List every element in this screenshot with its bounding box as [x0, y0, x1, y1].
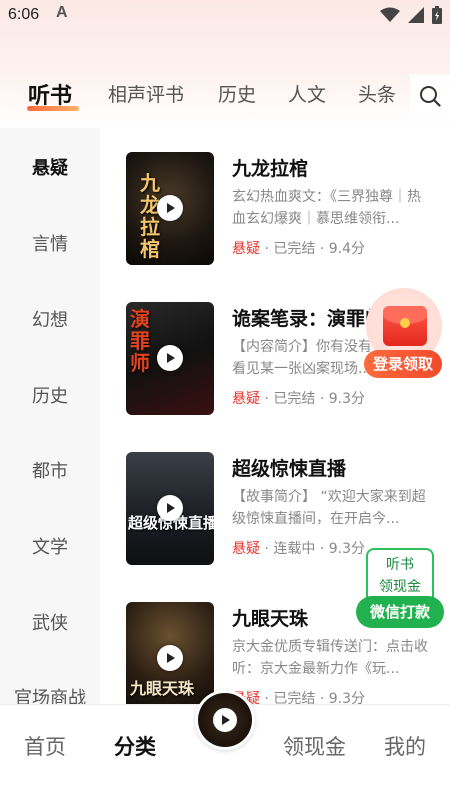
book-genre: 悬疑 [232, 391, 260, 407]
book-title: 九龙拉棺 [232, 158, 309, 180]
tab-headlines[interactable]: 头条 [358, 80, 396, 107]
book-meta: 悬疑 · 已完结 · 9.4分 [232, 238, 365, 258]
nav-home[interactable]: 首页 [24, 731, 66, 761]
sidebar-item-officialdom[interactable]: 官场商战 [0, 684, 100, 704]
sidebar-item-fantasy[interactable]: 幻想 [0, 306, 100, 332]
book-meta: 悬疑 · 已完结 · 9.3分 [232, 388, 365, 408]
book-meta: 悬疑 · 已完结 · 9.3分 [232, 688, 365, 704]
now-playing-cover [198, 693, 252, 747]
meta-separator: · [319, 391, 325, 407]
play-icon [222, 715, 230, 725]
wechat-payout-button[interactable]: 微信打款 [356, 596, 444, 628]
meta-separator: · [319, 691, 325, 704]
sidebar-item-romance[interactable]: 言情 [0, 230, 100, 256]
tab-humanities[interactable]: 人文 [288, 80, 326, 107]
book-title: 超级惊悚直播 [232, 458, 347, 480]
book-status: 连载中 [273, 541, 316, 557]
meta-separator: · [264, 541, 269, 557]
signal-icon [408, 7, 424, 23]
status-icons [380, 6, 442, 24]
play-button[interactable] [157, 645, 183, 671]
book-cover[interactable]: 九眼天珠 [126, 602, 214, 704]
login-reward-float[interactable]: 登录领取 [364, 288, 444, 380]
tab-history[interactable]: 历史 [218, 80, 256, 107]
meta-separator: · [264, 241, 269, 257]
nav-category[interactable]: 分类 [114, 731, 156, 761]
cover-title: 九眼天珠 [130, 680, 195, 698]
play-icon [167, 353, 175, 363]
meta-separator: · [319, 541, 325, 557]
book-genre: 悬疑 [232, 241, 260, 257]
play-icon [167, 503, 175, 513]
book-cover[interactable]: 九龙拉棺 [126, 152, 214, 265]
status-time: 6:06 [8, 6, 40, 23]
book-genre: 悬疑 [232, 541, 260, 557]
category-tabs: 听书 相声评书 历史 人文 头条 [0, 72, 450, 118]
nav-earn-cash[interactable]: 领现金 [283, 731, 346, 761]
book-cover[interactable]: 超级惊悚直播 [126, 452, 214, 565]
nav-profile[interactable]: 我的 [384, 731, 426, 761]
book-meta: 悬疑 · 连载中 · 9.3分 [232, 538, 365, 558]
book-score: 9.3分 [328, 391, 365, 407]
status-bar: 6:06 A [0, 0, 450, 32]
play-button[interactable] [157, 345, 183, 371]
book-description: 玄幻热血爽文：《三界独尊｜热血玄幻爆爽｜慕思维领衔... [232, 189, 421, 227]
book-status: 已完结 [273, 691, 316, 704]
book-score: 9.3分 [328, 691, 365, 704]
book-cover[interactable]: 演罪师 [126, 302, 214, 415]
play-button[interactable] [157, 495, 183, 521]
sidebar-item-history[interactable]: 历史 [0, 382, 100, 408]
search-button[interactable] [410, 74, 450, 118]
book-item[interactable]: 九龙拉棺 九龙拉棺 玄幻热血爽文：《三界独尊｜热血玄幻爆爽｜慕思维领衔... 悬… [100, 152, 450, 272]
battery-icon [432, 6, 442, 24]
now-playing-disc[interactable] [195, 690, 255, 750]
wifi-icon [380, 7, 400, 22]
book-status: 已完结 [273, 241, 316, 257]
book-description: 京大金优质专辑传送门：点击收听：京大金最新力作《玩... [232, 639, 428, 677]
sidebar-item-literature[interactable]: 文学 [0, 533, 100, 559]
meta-separator: · [319, 241, 325, 257]
search-icon [420, 86, 441, 107]
cash-reward-line2: 领现金 [379, 579, 421, 595]
genre-sidebar: 悬疑 言情 幻想 历史 都市 文学 武侠 官场商战 [0, 128, 100, 704]
cover-title: 演罪师 [130, 307, 150, 375]
sidebar-item-suspense[interactable]: 悬疑 [0, 154, 100, 180]
meta-separator: · [264, 691, 269, 704]
meta-separator: · [264, 391, 269, 407]
tab-active-indicator [27, 106, 79, 111]
book-score: 9.4分 [328, 241, 365, 257]
sidebar-item-urban[interactable]: 都市 [0, 457, 100, 483]
sidebar-item-wuxia[interactable]: 武侠 [0, 609, 100, 635]
play-icon [167, 653, 175, 663]
cash-reward-float[interactable]: 听书 领现金 微信打款 [356, 548, 444, 630]
book-title: 诡案笔录：演罪师 [232, 308, 385, 330]
tab-crosstalk[interactable]: 相声评书 [108, 80, 184, 107]
play-icon [167, 203, 175, 213]
red-packet-icon [383, 306, 427, 346]
book-description: 【故事简介】 “欢迎大家来到超级惊悚直播间，在开启今... [232, 489, 426, 527]
book-status: 已完结 [273, 391, 316, 407]
play-button[interactable] [157, 195, 183, 221]
book-title: 九眼天珠 [232, 608, 309, 630]
play-button[interactable] [213, 708, 237, 732]
login-reward-button[interactable]: 登录领取 [364, 350, 442, 378]
app-notification-icon: A [56, 4, 68, 21]
cash-reward-line1: 听书 [386, 557, 414, 573]
